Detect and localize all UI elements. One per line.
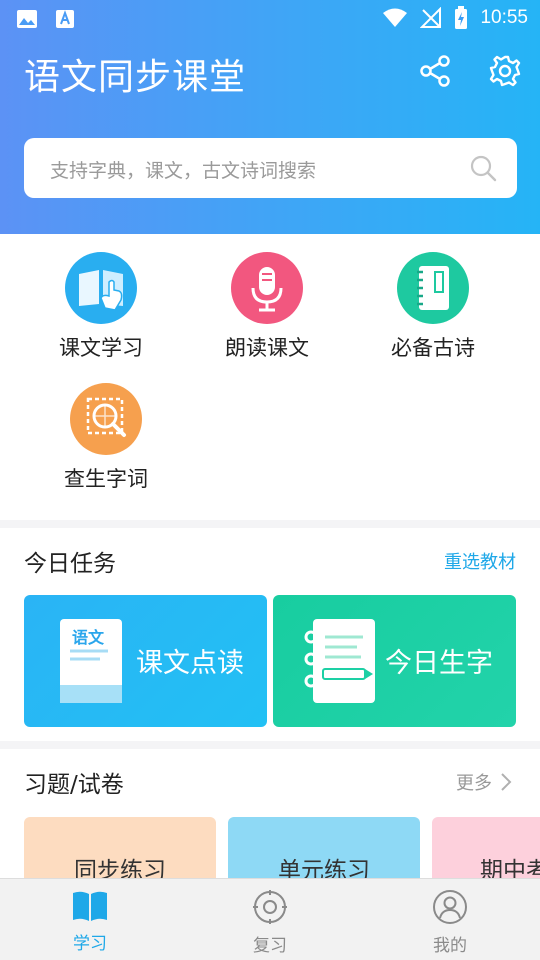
- grid-item-read-aloud[interactable]: 朗读课文: [192, 252, 342, 362]
- notepad-pencil-icon: [304, 619, 375, 703]
- feature-grid: 课文学习 朗读课文 必备古诗 查生字词: [0, 234, 540, 520]
- grid-label: 查生字词: [64, 467, 148, 491]
- wifi-icon: [383, 8, 408, 27]
- grid-item-lookup-words[interactable]: 查生字词: [31, 383, 181, 493]
- user-icon: [433, 890, 467, 924]
- gear-icon[interactable]: [488, 54, 522, 88]
- tab-study[interactable]: 学习: [0, 879, 180, 960]
- grid-label: 课文学习: [59, 336, 143, 360]
- textbook-icon: 语文: [60, 619, 122, 703]
- search-icon[interactable]: [469, 154, 497, 182]
- status-bar: 10:55: [0, 0, 540, 36]
- search-input[interactable]: 支持字典，课文，古文诗词搜索: [24, 138, 517, 198]
- target-icon: [253, 890, 287, 924]
- app-header: 10:55 语文同步课堂 支持字典，课文，古文诗词搜索: [0, 0, 540, 234]
- book-icon: [73, 891, 107, 921]
- more-label: 更多: [456, 773, 492, 794]
- tab-label: 学习: [73, 934, 107, 954]
- magnifier-icon: [70, 383, 142, 455]
- notebook-icon: [397, 252, 469, 324]
- share-icon[interactable]: [418, 54, 452, 88]
- card-label: 单元练习: [278, 858, 370, 879]
- text-reading-card[interactable]: 语文 课文点读: [24, 595, 267, 727]
- microphone-icon: [231, 252, 303, 324]
- today-characters-card[interactable]: 今日生字: [273, 595, 516, 727]
- tab-review[interactable]: 复习: [180, 879, 360, 960]
- exercise-card-unit[interactable]: 单元练习: [228, 817, 420, 879]
- tab-label: 我的: [433, 936, 467, 956]
- today-tasks-section: 今日任务 重选教材 语文 课文点读 今日生字: [0, 528, 540, 741]
- card-label: 课文点读: [136, 648, 244, 679]
- textbook-title: 语文: [72, 628, 105, 647]
- reselect-textbook-link[interactable]: 重选教材: [444, 548, 516, 574]
- exercise-card-midterm[interactable]: 期中考: [432, 817, 540, 879]
- more-link[interactable]: 更多: [456, 769, 512, 795]
- exercise-card-sync[interactable]: 同步练习: [24, 817, 216, 879]
- clock: 10:55: [480, 7, 528, 28]
- exercises-section: 习题/试卷 更多 同步练习 单元练习 期中考: [0, 749, 540, 879]
- battery-charging-icon: [455, 6, 468, 29]
- grid-label: 必备古诗: [391, 336, 475, 360]
- card-label: 今日生字: [385, 648, 493, 679]
- bottom-tab-bar: 学习 复习 我的: [0, 878, 540, 960]
- card-label: 期中考: [480, 858, 540, 879]
- book-hand-icon: [65, 252, 137, 324]
- tab-profile[interactable]: 我的: [360, 879, 540, 960]
- no-signal-icon: [420, 7, 442, 28]
- search-placeholder: 支持字典，课文，古文诗词搜索: [50, 160, 317, 182]
- gallery-notification-icon: [17, 10, 37, 28]
- chevron-right-icon: [501, 773, 512, 791]
- section-title: 习题/试卷: [24, 772, 124, 798]
- card-label: 同步练习: [74, 858, 166, 879]
- app-notification-icon: [56, 10, 74, 28]
- grid-item-text-study[interactable]: 课文学习: [26, 252, 176, 362]
- app-title: 语文同步课堂: [24, 57, 247, 98]
- grid-item-ancient-poems[interactable]: 必备古诗: [358, 252, 508, 362]
- grid-label: 朗读课文: [225, 336, 309, 360]
- section-title: 今日任务: [24, 551, 116, 577]
- tab-label: 复习: [253, 936, 287, 956]
